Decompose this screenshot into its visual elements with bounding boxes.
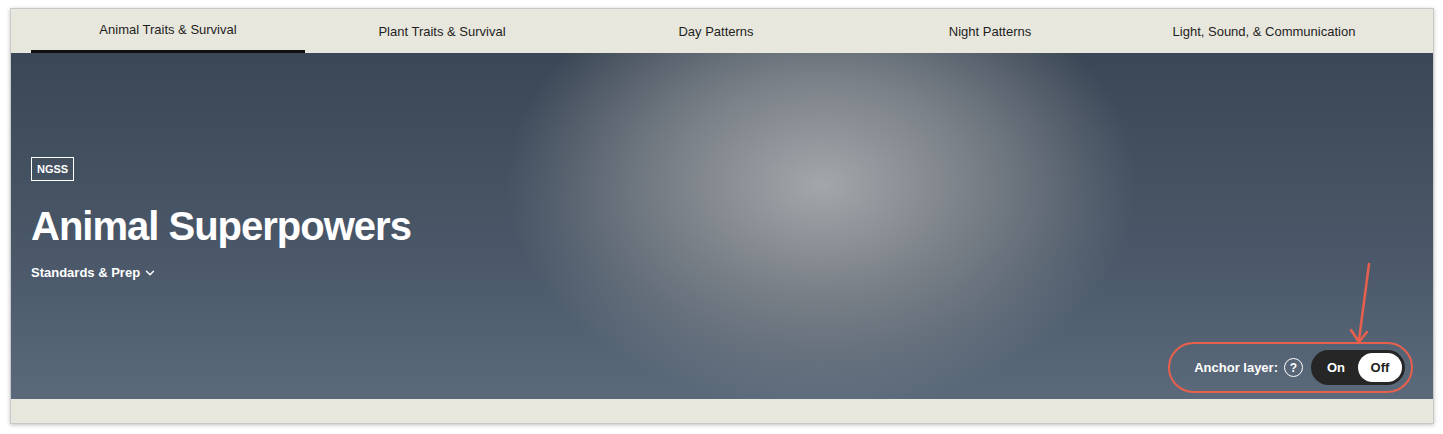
tab[interactable]: Light, Sound, & Communication bbox=[1127, 9, 1401, 53]
tab[interactable]: Night Patterns bbox=[853, 9, 1127, 53]
tab[interactable]: Animal Traits & Survival bbox=[31, 9, 305, 53]
bottom-strip bbox=[11, 399, 1433, 423]
switch-option[interactable]: Off bbox=[1358, 353, 1402, 382]
tab[interactable]: Day Patterns bbox=[579, 9, 853, 53]
anchor-layer-switch[interactable]: OnOff bbox=[1311, 350, 1405, 385]
anchor-layer-control: Anchor layer:? OnOff bbox=[1190, 350, 1405, 385]
anchor-layer-label: Anchor layer: bbox=[1194, 360, 1278, 375]
switch-option[interactable]: On bbox=[1314, 353, 1358, 382]
toggle-row: Anchor layer:? OnOff bbox=[31, 350, 1405, 385]
ngss-badge: NGSS bbox=[31, 157, 74, 181]
tab-bar: Animal Traits & SurvivalPlant Traits & S… bbox=[11, 9, 1433, 53]
hero-banner: NGSS Animal Superpowers Standards & Prep An… bbox=[11, 53, 1433, 399]
help-icon[interactable]: ? bbox=[1284, 358, 1303, 377]
chevron-down-icon bbox=[143, 266, 157, 280]
standards-link[interactable]: Standards & Prep bbox=[31, 265, 157, 280]
arrow-icon bbox=[1347, 262, 1377, 346]
tab[interactable]: Plant Traits & Survival bbox=[305, 9, 579, 53]
hero-title: Animal Superpowers bbox=[31, 203, 1405, 249]
page-frame: Animal Traits & SurvivalPlant Traits & S… bbox=[10, 8, 1434, 424]
